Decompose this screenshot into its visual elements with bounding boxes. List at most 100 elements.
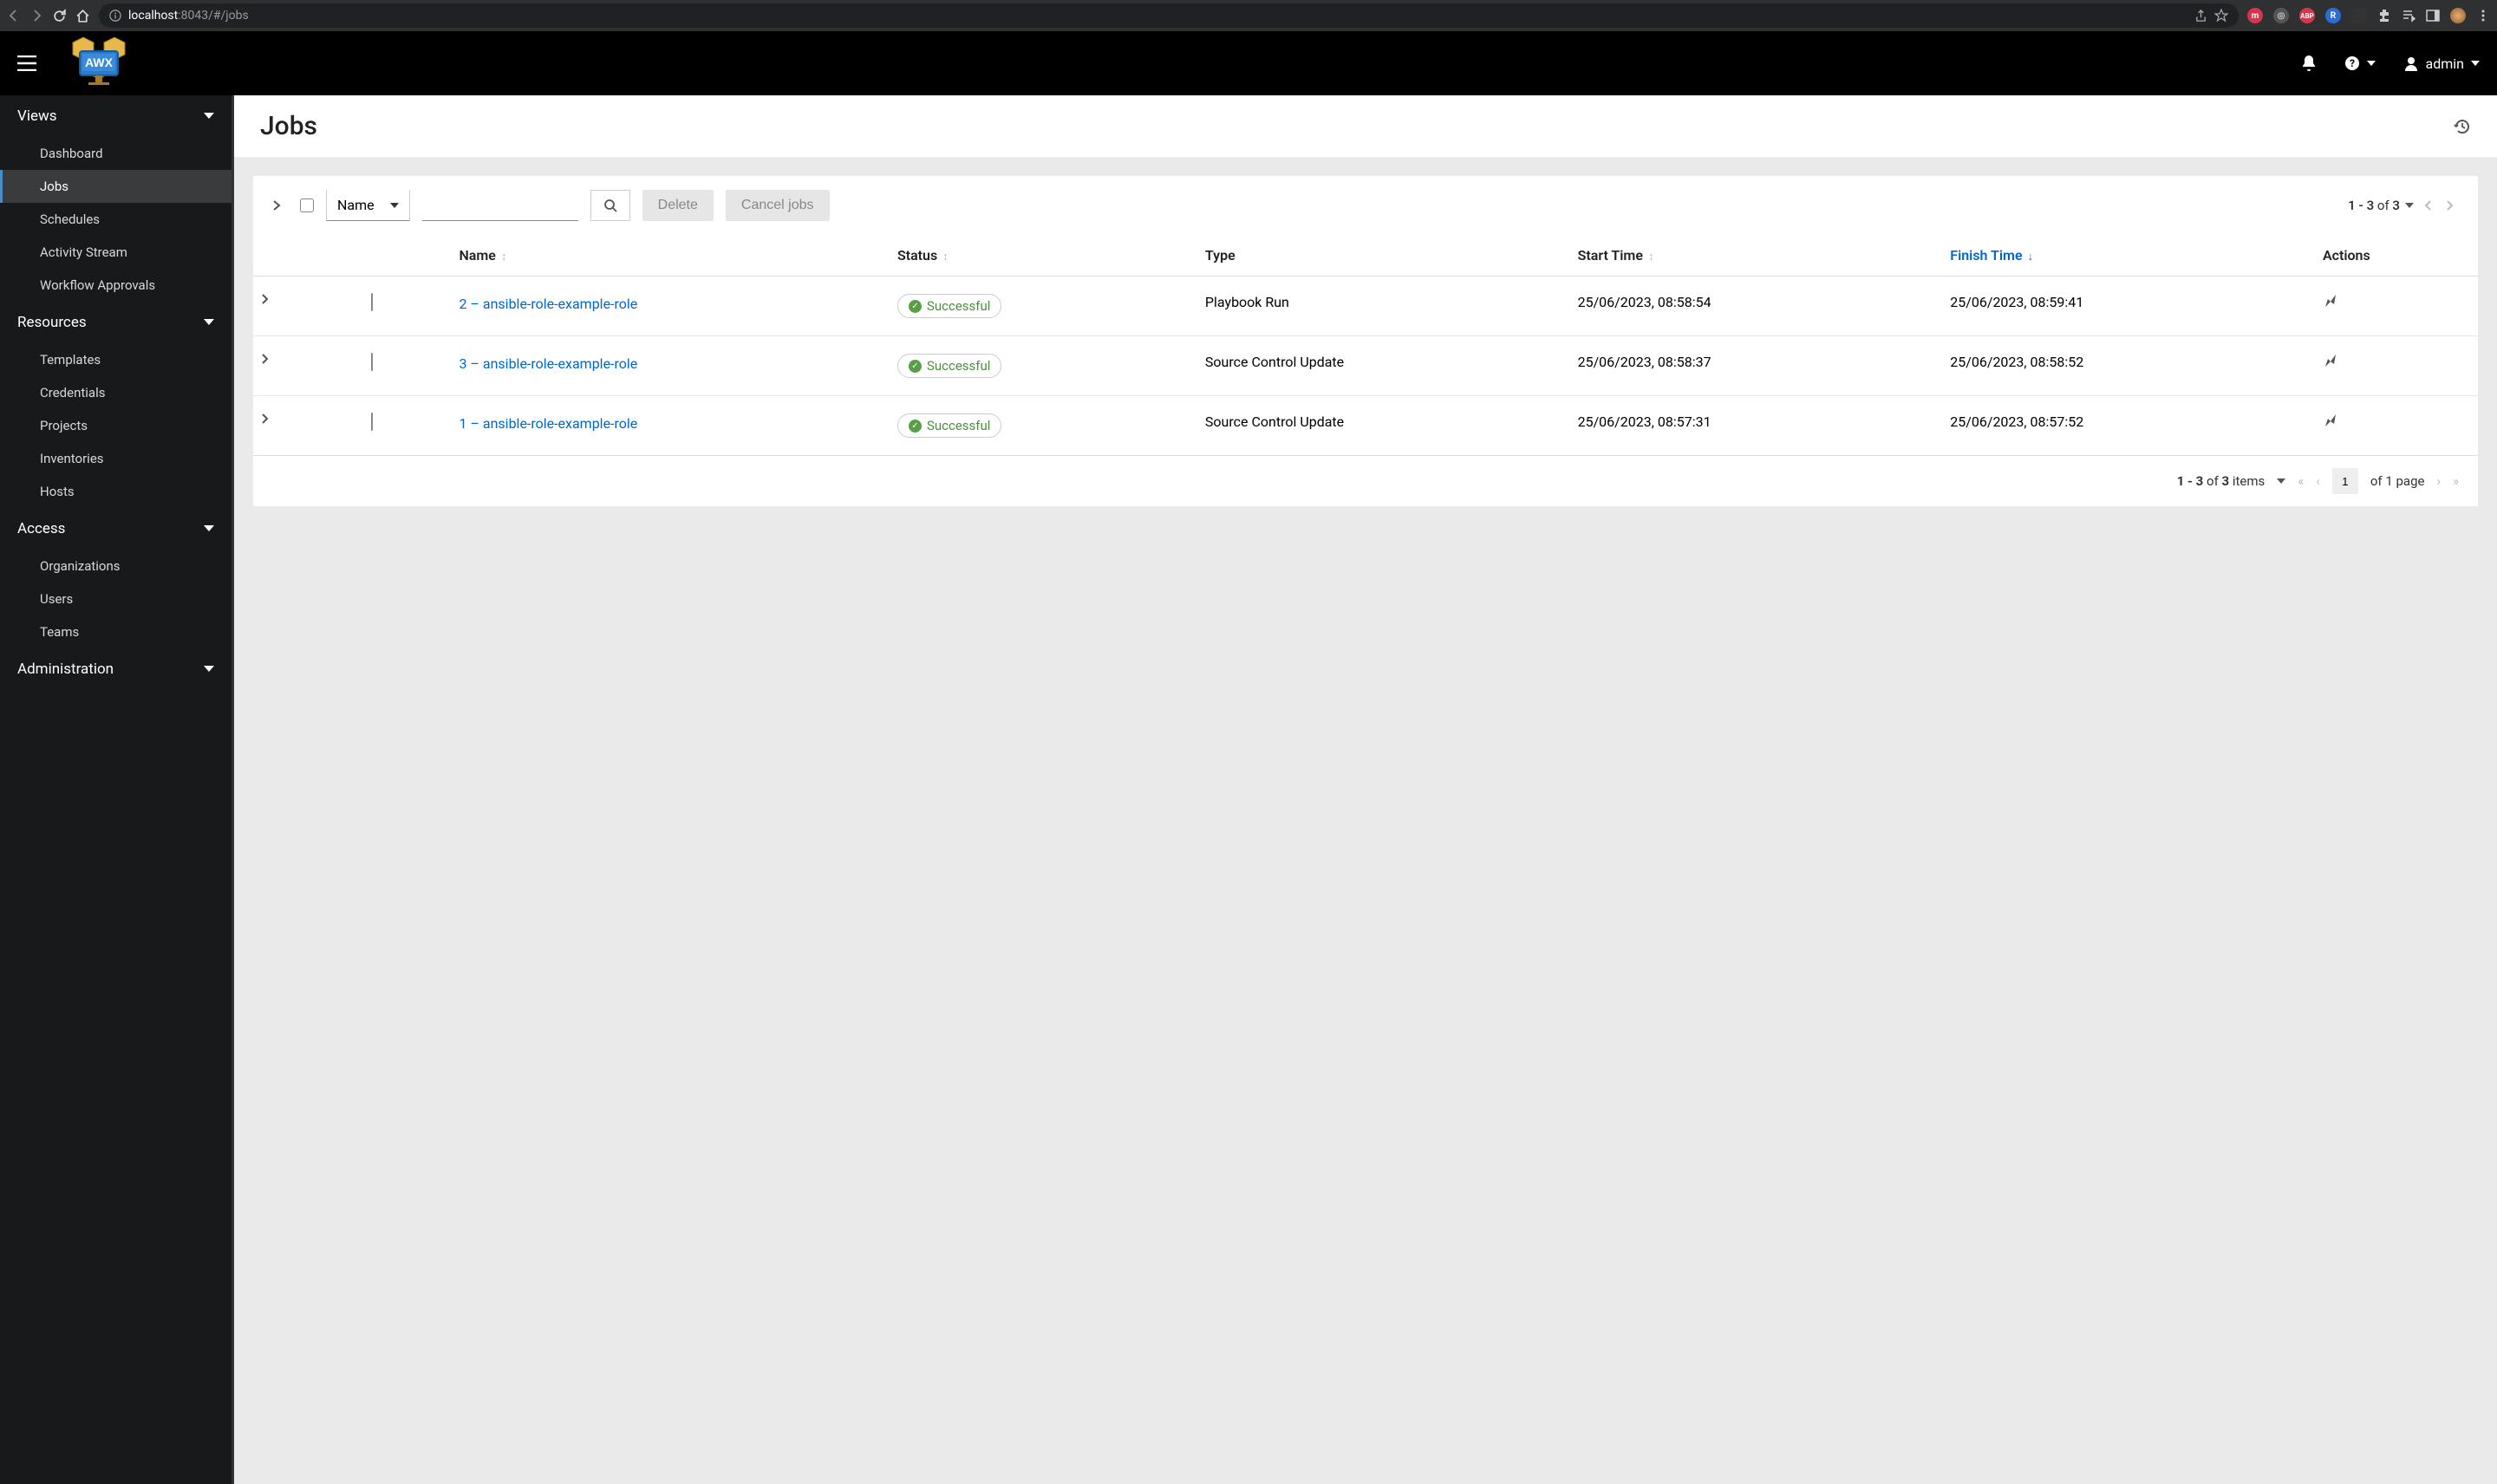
page-titlebar: Jobs xyxy=(234,95,2497,157)
caret-down-icon[interactable] xyxy=(2405,203,2414,208)
nav-section-header-resources[interactable]: Resources xyxy=(0,302,231,343)
expand-all-icon[interactable] xyxy=(272,199,288,212)
sidebar-item-jobs[interactable]: Jobs xyxy=(0,170,231,203)
expand-row-icon[interactable] xyxy=(262,413,354,424)
cancel-jobs-button[interactable]: Cancel jobs xyxy=(726,190,830,221)
profile-avatar-icon[interactable] xyxy=(2450,8,2466,23)
status-badge: ✓Successful xyxy=(897,294,1001,318)
nav-section-header-views[interactable]: Views xyxy=(0,95,231,137)
next-page-icon[interactable] xyxy=(2442,200,2459,211)
check-icon: ✓ xyxy=(909,300,922,313)
last-page-icon[interactable]: » xyxy=(2453,473,2459,489)
toolbar: Name Delete Cancel jobs 1 - 3 of 3 xyxy=(253,176,2478,235)
notifications-icon[interactable] xyxy=(2301,55,2317,72)
filter-key-dropdown[interactable]: Name xyxy=(326,190,410,221)
awx-logo[interactable]: AWX xyxy=(57,36,140,91)
back-icon[interactable] xyxy=(7,9,21,23)
ext-icon-abp[interactable]: ABP xyxy=(2299,8,2315,23)
playlist-icon[interactable] xyxy=(2402,9,2416,23)
home-icon[interactable] xyxy=(75,9,90,23)
sidebar-item-users[interactable]: Users xyxy=(0,583,231,615)
sidebar-item-credentials[interactable]: Credentials xyxy=(0,376,231,409)
relaunch-icon[interactable] xyxy=(2323,354,2469,369)
star-icon[interactable] xyxy=(2214,9,2228,23)
row-checkbox[interactable] xyxy=(371,353,373,371)
sidebar-item-activity-stream[interactable]: Activity Stream xyxy=(0,236,231,269)
start-time: 25/06/2023, 08:58:37 xyxy=(1569,336,1942,396)
page-number-input[interactable] xyxy=(2332,468,2358,494)
start-time: 25/06/2023, 08:57:31 xyxy=(1569,396,1942,456)
nav-section-access: Access Organizations Users Teams xyxy=(0,508,231,648)
job-type: Source Control Update xyxy=(1196,336,1569,396)
caret-down-icon[interactable] xyxy=(2277,478,2285,484)
sidebar-item-workflow-approvals[interactable]: Workflow Approvals xyxy=(0,269,231,302)
prev-page-icon[interactable]: ‹ xyxy=(2316,473,2320,489)
expand-row-icon[interactable] xyxy=(262,354,354,364)
sidebar-item-templates[interactable]: Templates xyxy=(0,343,231,376)
nav-section-header-access[interactable]: Access xyxy=(0,508,231,550)
ext-icon-3[interactable]: R xyxy=(2325,8,2341,23)
help-menu[interactable]: ? xyxy=(2344,55,2376,71)
nav-section-resources: Resources Templates Credentials Projects… xyxy=(0,302,231,508)
hamburger-icon[interactable] xyxy=(17,55,36,71)
browser-chrome: localhost:8043/#/jobs m ◎ ABP R xyxy=(0,0,2497,31)
jobs-card: Name Delete Cancel jobs 1 - 3 of 3 xyxy=(253,176,2478,506)
sidebar-item-schedules[interactable]: Schedules xyxy=(0,203,231,236)
main-content: Jobs Name xyxy=(234,95,2497,1484)
sort-icon: ↕ xyxy=(1648,251,1654,264)
start-time: 25/06/2023, 08:58:54 xyxy=(1569,277,1942,336)
job-link[interactable]: 2 – ansible-role-example-role xyxy=(459,296,637,312)
sidebar-item-organizations[interactable]: Organizations xyxy=(0,550,231,583)
status-badge: ✓Successful xyxy=(897,354,1001,378)
column-finish-time[interactable]: Finish Time↓ xyxy=(1941,235,2314,277)
sidebar-item-projects[interactable]: Projects xyxy=(0,409,231,442)
url-bar[interactable]: localhost:8043/#/jobs xyxy=(99,3,2239,28)
sidebar-item-hosts[interactable]: Hosts xyxy=(0,475,231,508)
delete-button[interactable]: Delete xyxy=(642,190,714,221)
sidebar-item-dashboard[interactable]: Dashboard xyxy=(0,137,231,170)
status-text: Successful xyxy=(927,418,990,433)
reload-icon[interactable] xyxy=(52,9,67,23)
app-header: AWX ? admin xyxy=(0,31,2497,95)
forward-icon[interactable] xyxy=(29,9,43,23)
menu-dots-icon[interactable] xyxy=(2476,9,2490,23)
history-icon[interactable] xyxy=(2454,118,2471,135)
column-status[interactable]: Status↕ xyxy=(889,235,1196,277)
status-text: Successful xyxy=(927,358,990,374)
ext-icon-2[interactable]: ◎ xyxy=(2273,8,2289,23)
job-link[interactable]: 1 – ansible-role-example-role xyxy=(459,415,637,432)
extension-icons: m ◎ ABP R xyxy=(2247,8,2490,23)
nav-section-views: Views Dashboard Jobs Schedules Activity … xyxy=(0,95,231,302)
extensions-icon[interactable] xyxy=(2377,9,2391,23)
sidebar-item-inventories[interactable]: Inventories xyxy=(0,442,231,475)
svg-text:?: ? xyxy=(2350,57,2355,69)
row-checkbox[interactable] xyxy=(371,293,373,311)
share-icon[interactable] xyxy=(2194,10,2207,23)
job-link[interactable]: 3 – ansible-role-example-role xyxy=(459,355,637,372)
relaunch-icon[interactable] xyxy=(2323,413,2469,429)
ext-icon-1[interactable]: m xyxy=(2247,8,2263,23)
page-title: Jobs xyxy=(260,111,317,141)
prev-page-icon[interactable] xyxy=(2419,200,2436,211)
next-page-icon[interactable]: › xyxy=(2436,473,2441,489)
job-type: Source Control Update xyxy=(1196,396,1569,456)
row-checkbox[interactable] xyxy=(371,413,373,431)
caret-down-icon xyxy=(390,203,399,208)
ext-icon-4[interactable] xyxy=(2351,8,2367,23)
search-button[interactable] xyxy=(590,190,630,221)
select-all-checkbox[interactable] xyxy=(300,199,314,212)
relaunch-icon[interactable] xyxy=(2323,294,2469,309)
username: admin xyxy=(2426,55,2464,72)
column-name[interactable]: Name↕ xyxy=(450,235,888,277)
table-row: 2 – ansible-role-example-role ✓Successfu… xyxy=(253,277,2478,336)
expand-row-icon[interactable] xyxy=(262,294,354,304)
user-menu[interactable]: admin xyxy=(2403,55,2480,72)
first-page-icon[interactable]: « xyxy=(2298,473,2304,489)
sidebar: Views Dashboard Jobs Schedules Activity … xyxy=(0,95,234,1484)
search-input[interactable] xyxy=(422,190,578,221)
nav-section-header-administration[interactable]: Administration xyxy=(0,648,231,690)
sidebar-item-teams[interactable]: Teams xyxy=(0,615,231,648)
panel-icon[interactable] xyxy=(2426,9,2440,23)
check-icon: ✓ xyxy=(909,420,922,433)
column-start-time[interactable]: Start Time↕ xyxy=(1569,235,1942,277)
